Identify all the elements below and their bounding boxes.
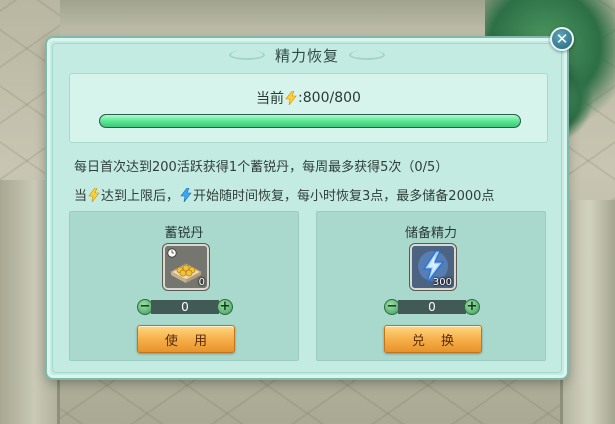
quantity-value[interactable]: 0	[151, 300, 219, 314]
item-slot-xuruidan[interactable]: 0	[163, 244, 209, 290]
energy-recovery-dialog: 精力恢复 当前 :800/800 每日首次达到200活跃获得1个蓄锐丹，每周最多…	[47, 38, 567, 378]
daily-reward-info: 每日首次达到200活跃获得1个蓄锐丹，每周最多获得5次（0/5）	[74, 156, 448, 175]
energy-value: :800/800	[298, 90, 361, 106]
quantity-stepper: − 0 +	[384, 298, 480, 316]
item-count: 300	[432, 277, 452, 288]
stone-railing-right	[560, 200, 615, 424]
item-count: 0	[198, 277, 205, 288]
dialog-title-bar: 精力恢复	[50, 41, 564, 69]
title-ornament-left	[228, 50, 265, 60]
quantity-value[interactable]: 0	[398, 300, 466, 314]
item-slot-reserve-energy[interactable]: 300	[410, 244, 456, 290]
energy-label-prefix: 当前	[256, 91, 285, 107]
dialog-title: 精力恢复	[274, 46, 339, 65]
title-ornament-right	[349, 50, 385, 60]
blue-lightning-icon	[180, 187, 192, 202]
panel-title: 储备精力	[404, 226, 457, 241]
use-button[interactable]: 使 用	[137, 325, 235, 353]
recovery-rule-info: 当 达到上限后， 开始随时间恢复，每小时恢复3点，最多储备2000点	[74, 185, 494, 204]
panel-title: 蓄锐丹	[164, 226, 204, 241]
increase-button[interactable]: +	[464, 299, 480, 315]
close-button[interactable]: ✕	[550, 27, 574, 51]
increase-button[interactable]: +	[217, 299, 233, 315]
quantity-stepper: − 0 +	[137, 298, 233, 316]
recovery-text-part2: 达到上限后，	[101, 189, 180, 204]
lightning-icon	[285, 91, 297, 105]
roof-structure	[60, 0, 520, 40]
energy-label: 当前 :800/800	[70, 88, 547, 108]
panel-xuruidan: 蓄锐丹 0 − 0 + 使 用	[69, 211, 299, 361]
clock-icon	[167, 248, 177, 258]
exchange-button[interactable]: 兑 换	[384, 325, 482, 353]
energy-progress-bar	[99, 114, 521, 128]
recovery-text-part1: 当	[74, 189, 88, 204]
recovery-text-part3: 开始随时间恢复，每小时恢复3点，最多储备2000点	[193, 189, 495, 204]
energy-progress-fill	[100, 115, 520, 127]
lightning-icon	[88, 187, 100, 202]
energy-status-box: 当前 :800/800	[69, 73, 548, 143]
panel-reserve-energy: 储备精力 300 − 0 + 兑 换	[316, 211, 546, 361]
daily-reward-text: 每日首次达到200活跃获得1个蓄锐丹，每周最多获得5次（0/5）	[74, 160, 449, 175]
